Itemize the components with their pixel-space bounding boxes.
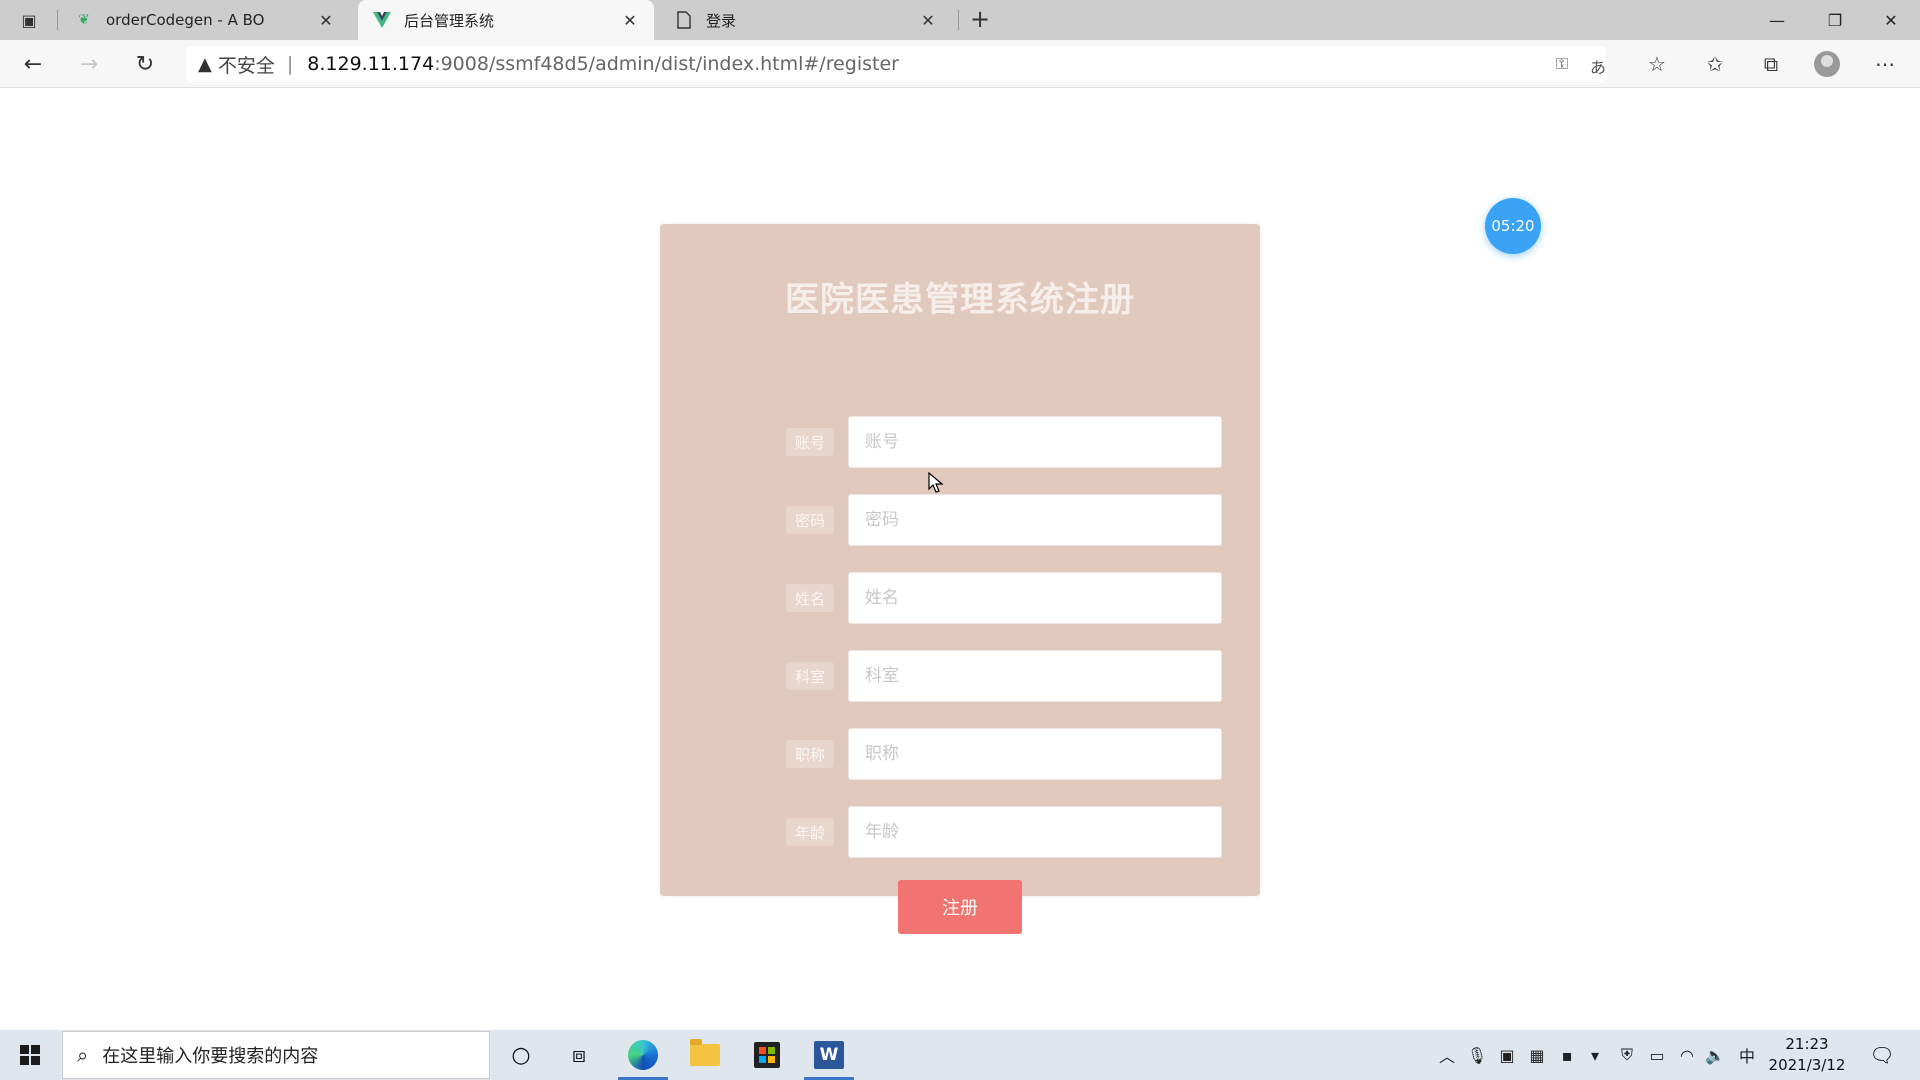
form-row-password: 密码 — [660, 494, 1260, 546]
edge-app[interactable] — [614, 1030, 672, 1080]
clock-date: 2021/3/12 — [1768, 1056, 1846, 1074]
wifi-icon[interactable]: ◠ — [1672, 1030, 1702, 1080]
form-row-name: 姓名 — [660, 572, 1260, 624]
security-shield-icon[interactable]: ⛨ — [1612, 1030, 1642, 1080]
store-icon — [754, 1042, 780, 1068]
department-input[interactable] — [848, 650, 1222, 702]
search-placeholder: 在这里输入你要搜索的内容 — [102, 1046, 319, 1067]
more-menu-icon[interactable]: ⋯ — [1870, 52, 1900, 78]
system-clock[interactable]: 21:23 2021/3/12 — [1762, 1034, 1852, 1076]
translate-icon[interactable]: あ — [1584, 54, 1612, 77]
form-row-age: 年龄 — [660, 806, 1260, 858]
vue-devtools-icon[interactable]: ▾ — [1580, 1030, 1610, 1080]
address-divider: | — [286, 53, 294, 75]
browser-tab-strip: ▣ ❦ orderCodegen - A BO ✕ 后台管理系统 ✕ 登录 ✕ … — [0, 0, 1920, 40]
tab-divider — [57, 10, 58, 30]
back-button[interactable]: ← — [16, 48, 50, 80]
tab-actions-icon[interactable]: ▣ — [14, 8, 44, 32]
green-leaf-icon: ❦ — [78, 12, 90, 28]
start-button[interactable] — [0, 1030, 60, 1080]
register-button[interactable]: 注册 — [898, 880, 1022, 934]
word-app[interactable]: W — [800, 1030, 858, 1080]
timer-badge: 05:20 — [1485, 198, 1541, 254]
close-icon[interactable]: ✕ — [620, 11, 640, 30]
field-label: 密码 — [786, 506, 834, 534]
tab-ordercodegen[interactable]: ❦ orderCodegen - A BO ✕ — [60, 0, 350, 40]
url-path: :9008/ssmf48d5/admin/dist/index.html#/re… — [434, 53, 899, 75]
store-app[interactable] — [738, 1030, 796, 1080]
tab-divider — [958, 10, 959, 30]
ime-indicator[interactable]: 中 — [1732, 1030, 1762, 1080]
page-icon — [674, 10, 694, 30]
chevron-up-icon[interactable]: ︿ — [1432, 1030, 1462, 1080]
terminal-icon[interactable]: ▪ — [1552, 1030, 1582, 1080]
warning-icon: ▲ — [198, 53, 212, 75]
tab-title: orderCodegen - A BO — [106, 11, 265, 29]
edge-icon — [628, 1040, 658, 1070]
key-icon[interactable]: ⚿ — [1548, 54, 1576, 74]
taskbar: ⌕ 在这里输入你要搜索的内容 ○ ⧈ W ︿ 🎙 ▣ ▦ ▪ ▾ ⛨ ▭ ◠ 🔈… — [0, 1030, 1920, 1080]
search-icon: ⌕ — [77, 1043, 89, 1067]
file-explorer-app[interactable] — [676, 1030, 734, 1080]
age-input[interactable] — [848, 806, 1222, 858]
folder-icon — [690, 1039, 720, 1066]
form-row-title: 职称 — [660, 728, 1260, 780]
tab-title: 后台管理系统 — [404, 11, 495, 30]
clock-time: 21:23 — [1785, 1035, 1829, 1053]
close-window-button[interactable]: ✕ — [1862, 0, 1920, 40]
field-label: 账号 — [786, 428, 834, 456]
tray-app-icon[interactable]: ▣ — [1492, 1030, 1522, 1080]
form-title: 医院医患管理系统注册 — [785, 280, 1135, 320]
name-input[interactable] — [848, 572, 1222, 624]
register-card: 医院医患管理系统注册 账号 密码 姓名 科室 职称 年龄 注册 — [660, 224, 1260, 934]
tab-title: 登录 — [706, 11, 737, 30]
task-view-icon[interactable]: ⧈ — [552, 1030, 606, 1080]
account-input[interactable] — [848, 416, 1222, 468]
profile-avatar[interactable] — [1814, 51, 1840, 77]
url-host: 8.129.11.174 — [307, 53, 435, 75]
restore-button[interactable]: ❐ — [1806, 0, 1864, 40]
collections-icon[interactable]: ⧉ — [1756, 52, 1786, 78]
field-label: 职称 — [786, 740, 834, 768]
tab-admin[interactable]: 后台管理系统 ✕ — [358, 0, 654, 40]
form-row-account: 账号 — [660, 416, 1260, 468]
field-label: 科室 — [786, 662, 834, 690]
close-icon[interactable]: ✕ — [316, 11, 336, 30]
windows-logo-icon — [20, 1045, 40, 1065]
browser-toolbar: ← → ↻ ▲ 不安全 | 8.129.11.174:9008/ssmf48d5… — [0, 40, 1920, 88]
word-icon: W — [814, 1041, 844, 1069]
tab-login[interactable]: 登录 ✕ — [660, 0, 952, 40]
form-row-department: 科室 — [660, 650, 1260, 702]
microphone-icon[interactable]: 🎙 — [1462, 1030, 1492, 1080]
taskbar-search[interactable]: ⌕ 在这里输入你要搜索的内容 — [62, 1031, 490, 1079]
tray-app-icon[interactable]: ▦ — [1522, 1030, 1552, 1080]
add-favorite-icon[interactable]: ☆ — [1642, 52, 1672, 78]
password-input[interactable] — [848, 494, 1222, 546]
refresh-button[interactable]: ↻ — [128, 48, 162, 80]
field-label: 姓名 — [786, 584, 834, 612]
address-bar[interactable]: ▲ 不安全 | 8.129.11.174:9008/ssmf48d5/admin… — [186, 46, 1606, 82]
close-icon[interactable]: ✕ — [918, 11, 938, 30]
vue-logo-icon — [372, 10, 392, 30]
page-content: 05:20 医院医患管理系统注册 账号 密码 姓名 科室 职称 年龄 注册 — [0, 88, 1920, 1030]
minimize-button[interactable]: — — [1748, 0, 1806, 40]
battery-icon[interactable]: ▭ — [1642, 1030, 1672, 1080]
new-tab-button[interactable]: + — [966, 6, 994, 34]
favorites-icon[interactable]: ✩ — [1700, 52, 1730, 78]
notification-icon[interactable]: 🗨 — [1862, 1030, 1902, 1080]
job-title-input[interactable] — [848, 728, 1222, 780]
forward-button[interactable]: → — [72, 48, 106, 80]
cortana-icon[interactable]: ○ — [494, 1030, 548, 1080]
field-label: 年龄 — [786, 818, 834, 846]
volume-icon[interactable]: 🔈 — [1700, 1030, 1730, 1080]
security-label: 不安全 — [217, 54, 275, 77]
